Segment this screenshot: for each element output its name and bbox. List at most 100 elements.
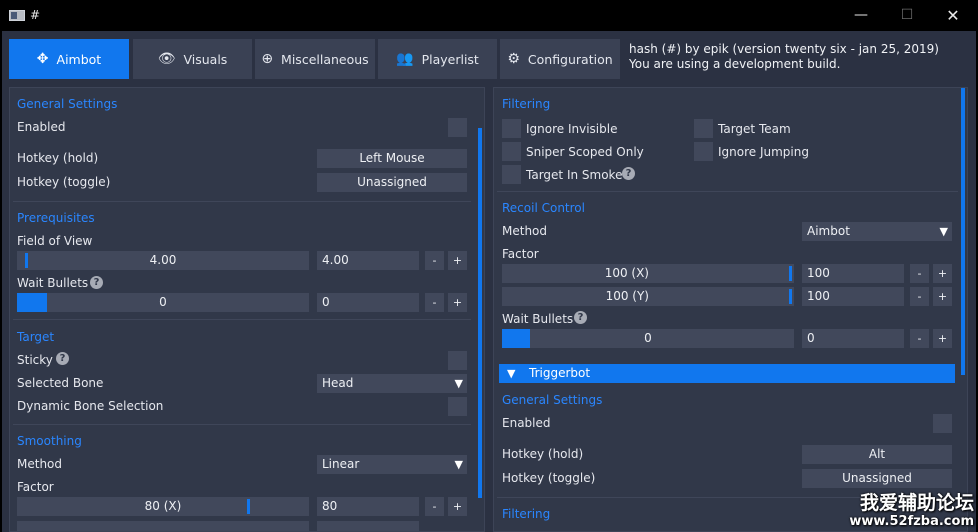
tab-label: Miscellaneous (281, 51, 369, 67)
enabled-checkbox[interactable] (448, 118, 467, 137)
wait-bullets-input[interactable]: 0 (317, 293, 419, 312)
recoil-factor-label: Factor (502, 247, 539, 261)
wait-bullets-plus-button[interactable]: + (448, 293, 467, 312)
section-filtering: Filtering (502, 97, 551, 111)
triggerbot-hotkey-hold-button[interactable]: Alt (802, 445, 952, 464)
smoothing-factor-y-slider[interactable] (17, 521, 309, 531)
recoil-wait-bullets-minus-button[interactable]: - (910, 329, 929, 348)
recoil-wait-bullets-slider[interactable]: 0 (502, 329, 794, 348)
wait-bullets-value: 0 (159, 295, 167, 309)
window-title: # (30, 8, 41, 22)
build-info: hash (#) by epik (version twenty six - j… (629, 42, 939, 72)
triggerbot-header-label: Triggerbot (529, 366, 591, 380)
recoil-wait-bullets-plus-button[interactable]: + (933, 329, 952, 348)
recoil-factor-y-slider[interactable]: 100 (Y) (502, 287, 794, 306)
triggerbot-hotkey-toggle-button[interactable]: Unassigned (802, 469, 952, 488)
ignore-invisible-checkbox[interactable] (502, 119, 521, 138)
close-button[interactable]: ✕ (930, 0, 976, 31)
recoil-factor-x-minus-button[interactable]: - (910, 264, 929, 283)
selected-bone-select[interactable]: Head ▼ (317, 374, 467, 393)
recoil-factor-y-plus-button[interactable]: + (933, 287, 952, 306)
section-target: Target (17, 330, 55, 344)
fov-minus-button[interactable]: - (425, 251, 444, 270)
target-smoke-label: Target In Smoke (526, 168, 623, 182)
wait-bullets-label: Wait Bullets (17, 276, 89, 290)
right-panel: Filtering Ignore Invisible Target Team S… (493, 87, 968, 532)
gears-icon: ⚙ (507, 51, 520, 67)
smoothing-factor-x-slider[interactable]: 80 (X) (17, 497, 309, 516)
watermark: 我爱辅助论坛 www.52fzba.com (849, 492, 974, 530)
sticky-label: Sticky (17, 353, 53, 367)
wait-bullets-slider[interactable]: 0 (17, 293, 309, 312)
users-icon: 👥 (396, 51, 414, 67)
target-team-label: Target Team (718, 122, 791, 136)
sniper-scoped-checkbox[interactable] (502, 142, 521, 161)
tab-aimbot[interactable]: ✥ Aimbot (9, 39, 129, 79)
triggerbot-hotkey-hold-label: Hotkey (hold) (502, 447, 584, 461)
chevron-down-icon: ▼ (454, 458, 463, 471)
fov-plus-button[interactable]: + (448, 251, 467, 270)
smoothing-factor-x-plus-button[interactable]: + (448, 497, 467, 516)
triggerbot-enabled-checkbox[interactable] (933, 414, 952, 433)
divider (497, 191, 958, 192)
target-team-checkbox[interactable] (694, 119, 713, 138)
dynamic-bone-label: Dynamic Bone Selection (17, 399, 164, 413)
tab-visuals[interactable]: 👁 Visuals (133, 39, 252, 79)
fov-slider-value: 4.00 (149, 253, 177, 267)
recoil-factor-y-minus-button[interactable]: - (910, 287, 929, 306)
hotkey-hold-button[interactable]: Left Mouse (317, 149, 467, 168)
ignore-invisible-label: Ignore Invisible (526, 122, 618, 136)
smoothing-factor-y-input[interactable] (317, 521, 419, 531)
smoothing-method-value: Linear (322, 457, 360, 471)
hotkey-hold-label: Hotkey (hold) (17, 151, 99, 165)
tab-label: Configuration (527, 51, 613, 67)
smoothing-factor-x-value: 80 (X) (144, 499, 182, 513)
tab-configuration[interactable]: ⚙ Configuration (500, 39, 620, 79)
recoil-method-select[interactable]: Aimbot ▼ (802, 222, 952, 241)
smoothing-factor-x-input[interactable]: 80 (317, 497, 419, 516)
fov-slider[interactable]: 4.00 (17, 251, 309, 270)
recoil-factor-x-input[interactable]: 100 (802, 264, 904, 283)
section-recoil-control: Recoil Control (502, 201, 585, 215)
hotkey-toggle-label: Hotkey (toggle) (17, 175, 111, 189)
smoothing-method-select[interactable]: Linear ▼ (317, 455, 467, 474)
recoil-factor-x-slider[interactable]: 100 (X) (502, 264, 794, 283)
divider (13, 201, 471, 202)
ignore-jumping-checkbox[interactable] (694, 142, 713, 161)
help-icon[interactable]: ? (622, 167, 635, 180)
smoothing-factor-x-minus-button[interactable]: - (425, 497, 444, 516)
watermark-text: 我爱辅助论坛 (859, 492, 974, 514)
tab-playerlist[interactable]: 👥 Playerlist (378, 39, 497, 79)
recoil-wait-bullets-value: 0 (644, 331, 652, 345)
recoil-method-label: Method (502, 224, 548, 238)
help-icon[interactable]: ? (90, 276, 103, 289)
recoil-factor-y-value: 100 (Y) (605, 289, 649, 303)
sticky-checkbox[interactable] (448, 351, 467, 370)
maximize-button[interactable]: ☐ (884, 0, 930, 31)
recoil-factor-x-plus-button[interactable]: + (933, 264, 952, 283)
triggerbot-header[interactable]: ▼ Triggerbot (499, 364, 955, 383)
chevron-down-icon: ▼ (939, 225, 948, 238)
section-smoothing: Smoothing (17, 434, 82, 448)
help-icon[interactable]: ? (56, 352, 69, 365)
help-icon[interactable]: ? (574, 311, 587, 324)
recoil-wait-bullets-input[interactable]: 0 (802, 329, 904, 348)
hotkey-toggle-button[interactable]: Unassigned (317, 173, 467, 192)
smoothing-factor-label: Factor (17, 480, 54, 494)
chevron-down-icon: ▼ (507, 367, 516, 380)
recoil-method-value: Aimbot (807, 224, 850, 238)
wait-bullets-minus-button[interactable]: - (425, 293, 444, 312)
right-scrollbar[interactable] (961, 88, 965, 375)
target-smoke-checkbox[interactable] (502, 165, 521, 184)
dynamic-bone-checkbox[interactable] (448, 397, 467, 416)
minimize-button[interactable]: — (838, 0, 884, 31)
app-icon (9, 10, 25, 21)
sniper-scoped-label: Sniper Scoped Only (526, 145, 644, 159)
recoil-factor-y-input[interactable]: 100 (802, 287, 904, 306)
tab-label: Visuals (183, 51, 228, 67)
fov-input[interactable]: 4.00 (317, 251, 419, 270)
recoil-wait-bullets-label: Wait Bullets (502, 312, 574, 326)
divider (13, 319, 471, 320)
left-scrollbar[interactable] (478, 128, 482, 498)
tab-miscellaneous[interactable]: ⊕ Miscellaneous (255, 39, 375, 79)
